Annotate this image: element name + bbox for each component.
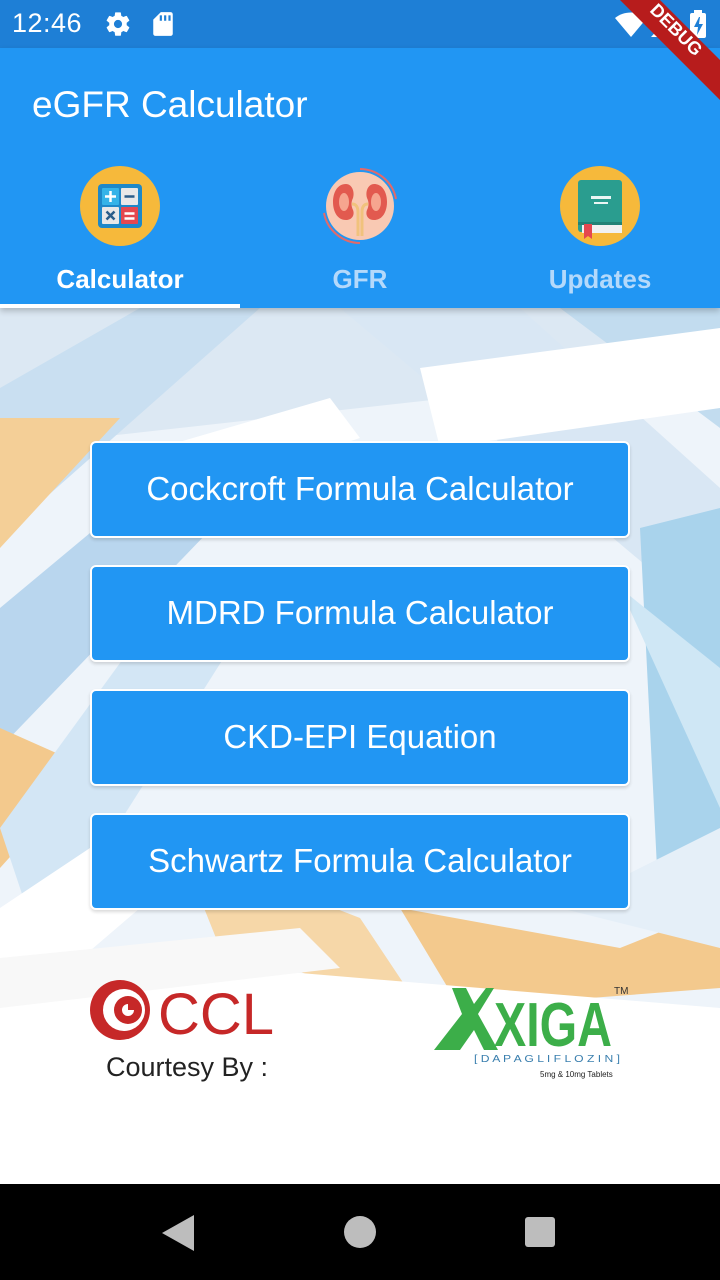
back-icon[interactable]	[160, 1213, 196, 1253]
recent-apps-icon[interactable]	[525, 1217, 555, 1247]
app-title: eGFR Calculator	[32, 84, 308, 125]
signal-icon	[651, 13, 673, 37]
xiga-logo: XIGA TM [ D A P A G L I F L O Z I N ] 5m…	[434, 986, 628, 1079]
schwartz-formula-button[interactable]: Schwartz Formula Calculator	[90, 813, 630, 910]
tab-indicator	[0, 304, 240, 308]
navigation-bar	[0, 1184, 720, 1280]
tab-label-updates: Updates	[548, 264, 652, 294]
book-icon	[560, 166, 640, 246]
main-content: Cockcroft Formula Calculator MDRD Formul…	[0, 308, 720, 1184]
tab-gfr[interactable]: GFR	[240, 160, 480, 308]
tab-label-calculator: Calculator	[56, 264, 184, 294]
gear-icon	[106, 12, 130, 36]
status-time: 12:46	[12, 8, 83, 38]
svg-text:5mg & 10mg Tablets: 5mg & 10mg Tablets	[540, 1070, 613, 1079]
ckd-epi-equation-button[interactable]: CKD-EPI Equation	[90, 689, 630, 786]
cockcroft-formula-button[interactable]: Cockcroft Formula Calculator	[90, 441, 630, 538]
app-bar: eGFR Calculator Calculator GFR Updates	[0, 48, 720, 308]
status-bar: 12:46	[0, 0, 720, 48]
svg-text:CCL: CCL	[158, 982, 274, 1044]
kidney-icon	[323, 168, 397, 244]
sd-card-icon	[153, 12, 173, 36]
courtesy-text: Courtesy By :	[106, 1052, 269, 1082]
home-icon[interactable]	[344, 1216, 376, 1248]
mdrd-formula-button[interactable]: MDRD Formula Calculator	[90, 565, 630, 662]
tab-label-gfr: GFR	[332, 264, 388, 294]
svg-text:[ D A P A G L I F L O Z I N ]: [ D A P A G L I F L O Z I N ]	[474, 1054, 620, 1065]
tab-updates[interactable]: Updates	[480, 160, 720, 308]
calculator-icon	[80, 166, 160, 246]
tab-calculator[interactable]: Calculator	[0, 160, 240, 308]
battery-charging-icon	[690, 10, 706, 38]
ccl-logo: CCL	[90, 980, 274, 1044]
wifi-icon	[615, 12, 647, 37]
svg-text:TM: TM	[614, 986, 628, 997]
svg-text:XIGA: XIGA	[494, 991, 612, 1060]
